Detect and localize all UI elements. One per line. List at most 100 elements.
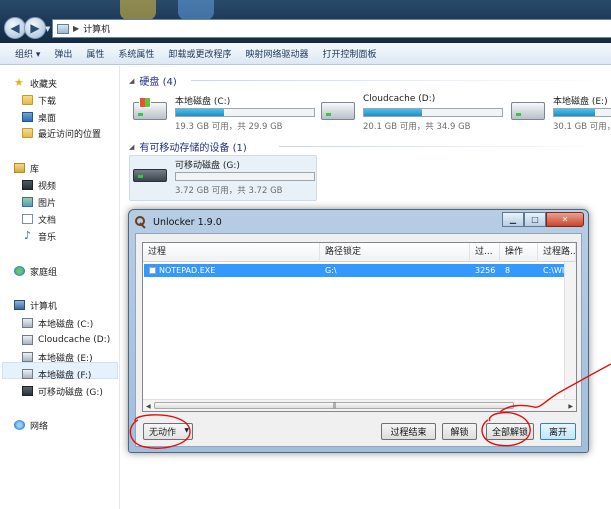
column-header-operation[interactable]: 操作: [500, 243, 538, 262]
collapse-triangle-icon[interactable]: ◢: [129, 143, 134, 151]
chevron-down-icon[interactable]: ▼: [184, 427, 189, 434]
nav-item-drive-g[interactable]: 可移动磁盘 (G:): [22, 384, 103, 398]
process-name: NOTEPAD.EXE: [159, 266, 216, 275]
downloads-folder-icon: [22, 95, 33, 105]
nav-item-label: 本地磁盘 (F:): [38, 370, 92, 381]
drive-tile[interactable]: 本地磁盘 (E:) 30.1 GB 可用，共: [511, 94, 611, 132]
nav-favorites[interactable]: ★ 收藏夹: [14, 76, 57, 90]
network-icon: [14, 420, 25, 430]
process-checkbox-icon[interactable]: [149, 267, 156, 274]
nav-item-music[interactable]: ♪ 音乐: [22, 229, 56, 243]
close-button[interactable]: ✕: [546, 212, 584, 227]
nav-item-documents[interactable]: 文档: [22, 212, 56, 226]
vertical-scrollbar[interactable]: [564, 262, 576, 400]
cell-operation: 8: [505, 266, 511, 275]
usb-drive-icon: [22, 386, 33, 396]
nav-item-label: 桌面: [38, 113, 57, 124]
picture-library-icon: [22, 197, 33, 207]
minimize-button[interactable]: ▁: [502, 212, 524, 227]
unlocker-dialog: Unlocker 1.9.0 ▁ □ ✕ 过程 路径锁定 过... 操作 过程路…: [128, 209, 589, 453]
horizontal-scrollbar[interactable]: ◀ ||| ▶: [143, 399, 576, 411]
nav-item-videos[interactable]: 视频: [22, 178, 56, 192]
scroll-right-arrow-icon[interactable]: ▶: [568, 403, 573, 410]
system-drive-icon: [133, 97, 167, 120]
nav-network[interactable]: 网络: [14, 418, 48, 432]
open-control-panel-button[interactable]: 打开控制面板: [315, 47, 383, 60]
unlock-button[interactable]: 解锁: [442, 423, 477, 440]
drive-tile[interactable]: 本地磁盘 (C:) 19.3 GB 可用，共 29.9 GB: [133, 94, 319, 132]
nav-item-desktop[interactable]: 桌面: [22, 110, 56, 124]
command-bar: 组织 ▾ 弹出 属性 系统属性 卸载或更改程序 映射网络驱动器 打开控制面板: [0, 43, 611, 65]
group-divider: [279, 146, 611, 147]
nav-item-label: 本地磁盘 (E:): [38, 353, 93, 364]
nav-favorites-label: 收藏夹: [30, 79, 58, 90]
title-bar: ◀ ▶ ▼ ▶ 计算机: [0, 0, 611, 43]
quit-button[interactable]: 离开: [540, 423, 576, 440]
document-library-icon: [22, 214, 33, 224]
drive-tile[interactable]: Cloudcache (D:) 20.1 GB 可用，共 34.9 GB: [321, 94, 507, 132]
breadcrumb-arrow-icon[interactable]: ▶: [73, 24, 79, 33]
window-controls: ▁ □ ✕: [502, 212, 584, 227]
nav-item-label: 文档: [38, 215, 57, 226]
column-header-process-path[interactable]: 过程路...: [538, 243, 576, 262]
nav-libraries[interactable]: 库: [14, 161, 39, 175]
drive-name: 本地磁盘 (C:): [175, 97, 231, 107]
scroll-left-arrow-icon[interactable]: ◀: [146, 403, 151, 410]
unlock-all-button[interactable]: 全部解锁: [486, 423, 534, 440]
drive-name: 可移动磁盘 (G:): [175, 161, 240, 171]
eject-button[interactable]: 弹出: [47, 47, 79, 60]
maximize-button[interactable]: □: [524, 212, 546, 227]
hard-drive-icon: [22, 335, 33, 345]
nav-item-label: 下载: [38, 96, 57, 107]
dialog-title-bar[interactable]: Unlocker 1.9.0: [133, 212, 222, 232]
nav-item-drive-f[interactable]: 本地磁盘 (F:): [22, 367, 91, 381]
system-properties-button[interactable]: 系统属性: [111, 47, 161, 60]
cell-locked-path: G:\: [325, 266, 337, 275]
navigation-pane: ★ 收藏夹 下载 桌面 最近访问的位置 库 视频 图片 文档 ♪ 音乐 家庭组 …: [0, 66, 120, 509]
hard-drive-icon: [22, 318, 33, 328]
kill-process-button[interactable]: 过程结束: [381, 423, 436, 440]
nav-homegroup[interactable]: 家庭组: [14, 264, 57, 278]
scrollbar-thumb[interactable]: |||: [154, 402, 514, 409]
hard-drive-icon: [22, 369, 33, 379]
collapse-triangle-icon[interactable]: ◢: [129, 77, 134, 85]
map-network-drive-button[interactable]: 映射网络驱动器: [238, 47, 315, 60]
column-header-pid[interactable]: 过...: [470, 243, 500, 262]
breadcrumb-computer[interactable]: 计算机: [83, 22, 110, 35]
nav-item-downloads[interactable]: 下载: [22, 93, 56, 107]
nav-item-label: 最近访问的位置: [38, 129, 102, 140]
drive-name: 本地磁盘 (E:): [553, 97, 608, 107]
usb-drive-icon: [133, 169, 167, 182]
nav-item-recent-places[interactable]: 最近访问的位置: [22, 126, 101, 140]
recent-places-icon: [22, 128, 33, 138]
address-bar[interactable]: ▶ 计算机: [52, 19, 611, 38]
action-select[interactable]: 无动作 ▼: [143, 423, 193, 440]
organize-menu[interactable]: 组织 ▾: [8, 47, 47, 60]
taskbar-glow: [120, 0, 156, 20]
action-select-value: 无动作: [149, 428, 177, 438]
nav-item-label: 视频: [38, 181, 57, 192]
nav-item-drive-d[interactable]: Cloudcache (D:): [22, 333, 110, 347]
column-header-process[interactable]: 过程: [143, 243, 320, 262]
nav-computer[interactable]: 计算机: [14, 298, 57, 312]
forward-button[interactable]: ▶: [24, 17, 46, 39]
hard-disks-group-header[interactable]: ◢ 硬盘 (4): [129, 73, 177, 89]
back-button[interactable]: ◀: [4, 17, 26, 39]
taskbar-glow: [178, 0, 214, 20]
nav-libraries-label: 库: [30, 164, 40, 175]
removable-group-header[interactable]: ◢ 有可移动存储的设备 (1): [129, 139, 247, 155]
nav-item-drive-e[interactable]: 本地磁盘 (E:): [22, 350, 93, 364]
drive-space-info: 3.72 GB 可用，共 3.72 GB: [175, 186, 283, 196]
recent-pages-dropdown[interactable]: ▼: [45, 25, 50, 33]
column-header-locked-path[interactable]: 路径锁定: [320, 243, 470, 262]
nav-item-drive-c[interactable]: 本地磁盘 (C:): [22, 316, 93, 330]
table-row[interactable]: NOTEPAD.EXE G:\ 3256 8 C:\WIN: [144, 264, 575, 277]
nav-item-label: 可移动磁盘 (G:): [38, 387, 103, 398]
drive-usage-bar: [553, 108, 611, 117]
uninstall-program-button[interactable]: 卸载或更改程序: [161, 47, 238, 60]
drive-tile[interactable]: 可移动磁盘 (G:) 3.72 GB 可用，共 3.72 GB: [133, 158, 319, 196]
process-list[interactable]: 过程 路径锁定 过... 操作 过程路... NOTEPAD.EXE G:\ 3…: [142, 242, 577, 412]
properties-button[interactable]: 属性: [79, 47, 111, 60]
drive-space-info: 30.1 GB 可用，共: [553, 122, 611, 132]
nav-item-pictures[interactable]: 图片: [22, 195, 56, 209]
